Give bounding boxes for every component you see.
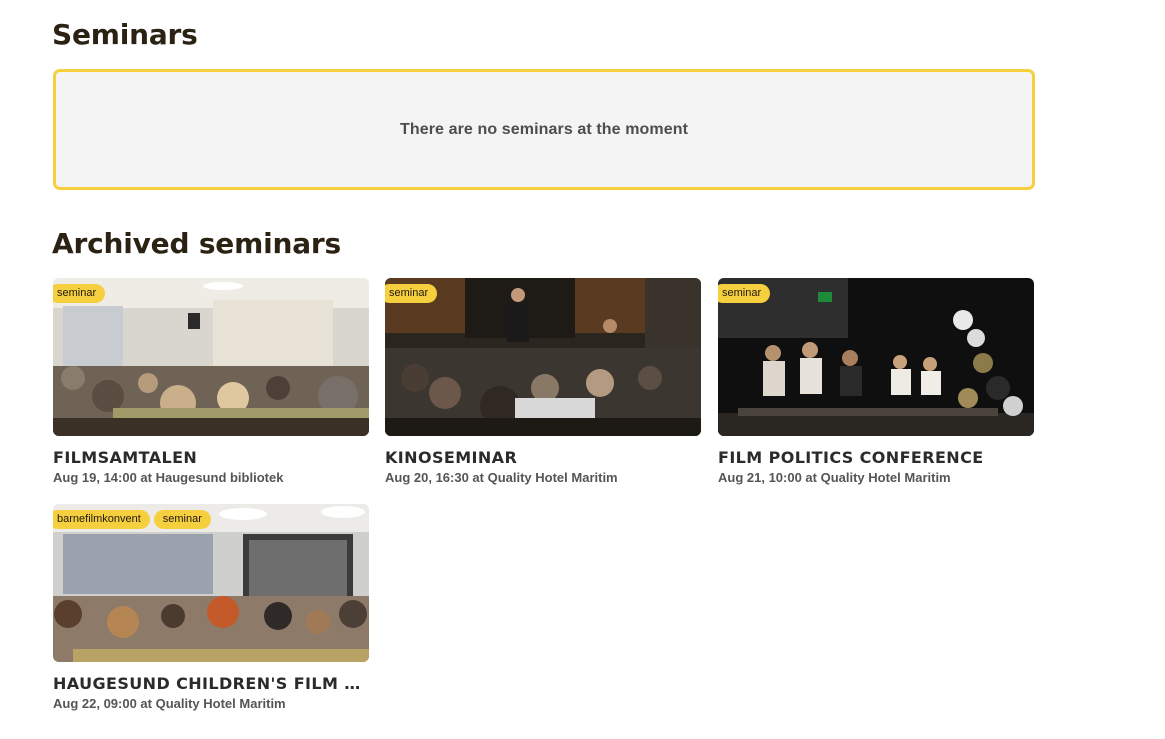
- seminar-card-title[interactable]: FILM POLITICS CONFERENCE: [718, 448, 1034, 468]
- archived-seminars-heading: Archived seminars: [52, 227, 341, 260]
- seminar-card-filmsamtalen[interactable]: seminar FILMSAMTALEN Aug 19, 14:00 at Ha…: [53, 278, 370, 486]
- seminar-card-kinoseminar[interactable]: seminar KINOSEMINAR Aug 20, 16:30 at Qua…: [385, 278, 702, 486]
- seminar-card-haugesund-childrens-film[interactable]: barnefilmkonvent seminar HAUGESUND CHILD…: [53, 504, 370, 712]
- seminar-card-image[interactable]: seminar: [385, 278, 701, 436]
- tag-list: barnefilmkonvent seminar: [53, 510, 211, 529]
- tag-list: seminar: [718, 284, 771, 303]
- tag-badge[interactable]: seminar: [718, 284, 771, 303]
- empty-seminars-box: There are no seminars at the moment: [53, 69, 1035, 190]
- seminar-card-title[interactable]: HAUGESUND CHILDREN'S FILM C...: [53, 674, 369, 694]
- seminar-card-subtitle: Aug 22, 09:00 at Quality Hotel Maritim: [53, 696, 286, 711]
- seminar-card-title[interactable]: FILMSAMTALEN: [53, 448, 369, 468]
- tag-badge[interactable]: seminar: [53, 284, 106, 303]
- seminar-card-subtitle: Aug 19, 14:00 at Haugesund bibliotek: [53, 470, 284, 485]
- seminar-card-subtitle: Aug 21, 10:00 at Quality Hotel Maritim: [718, 470, 951, 485]
- seminar-card-subtitle: Aug 20, 16:30 at Quality Hotel Maritim: [385, 470, 618, 485]
- tag-list: seminar: [53, 284, 106, 303]
- seminars-heading: Seminars: [52, 18, 198, 51]
- page: Seminars There are no seminars at the mo…: [0, 0, 1165, 739]
- seminar-card-image[interactable]: barnefilmkonvent seminar: [53, 504, 369, 662]
- tag-badge[interactable]: seminar: [385, 284, 438, 303]
- tag-list: seminar: [385, 284, 438, 303]
- seminar-card-film-politics-conference[interactable]: seminar FILM POLITICS CONFERENCE Aug 21,…: [718, 278, 1035, 486]
- tag-badge[interactable]: barnefilmkonvent: [53, 510, 150, 529]
- seminar-card-image[interactable]: seminar: [718, 278, 1034, 436]
- seminar-card-title[interactable]: KINOSEMINAR: [385, 448, 701, 468]
- seminar-card-image[interactable]: seminar: [53, 278, 369, 436]
- tag-badge[interactable]: seminar: [153, 510, 211, 529]
- empty-seminars-message: There are no seminars at the moment: [399, 120, 689, 138]
